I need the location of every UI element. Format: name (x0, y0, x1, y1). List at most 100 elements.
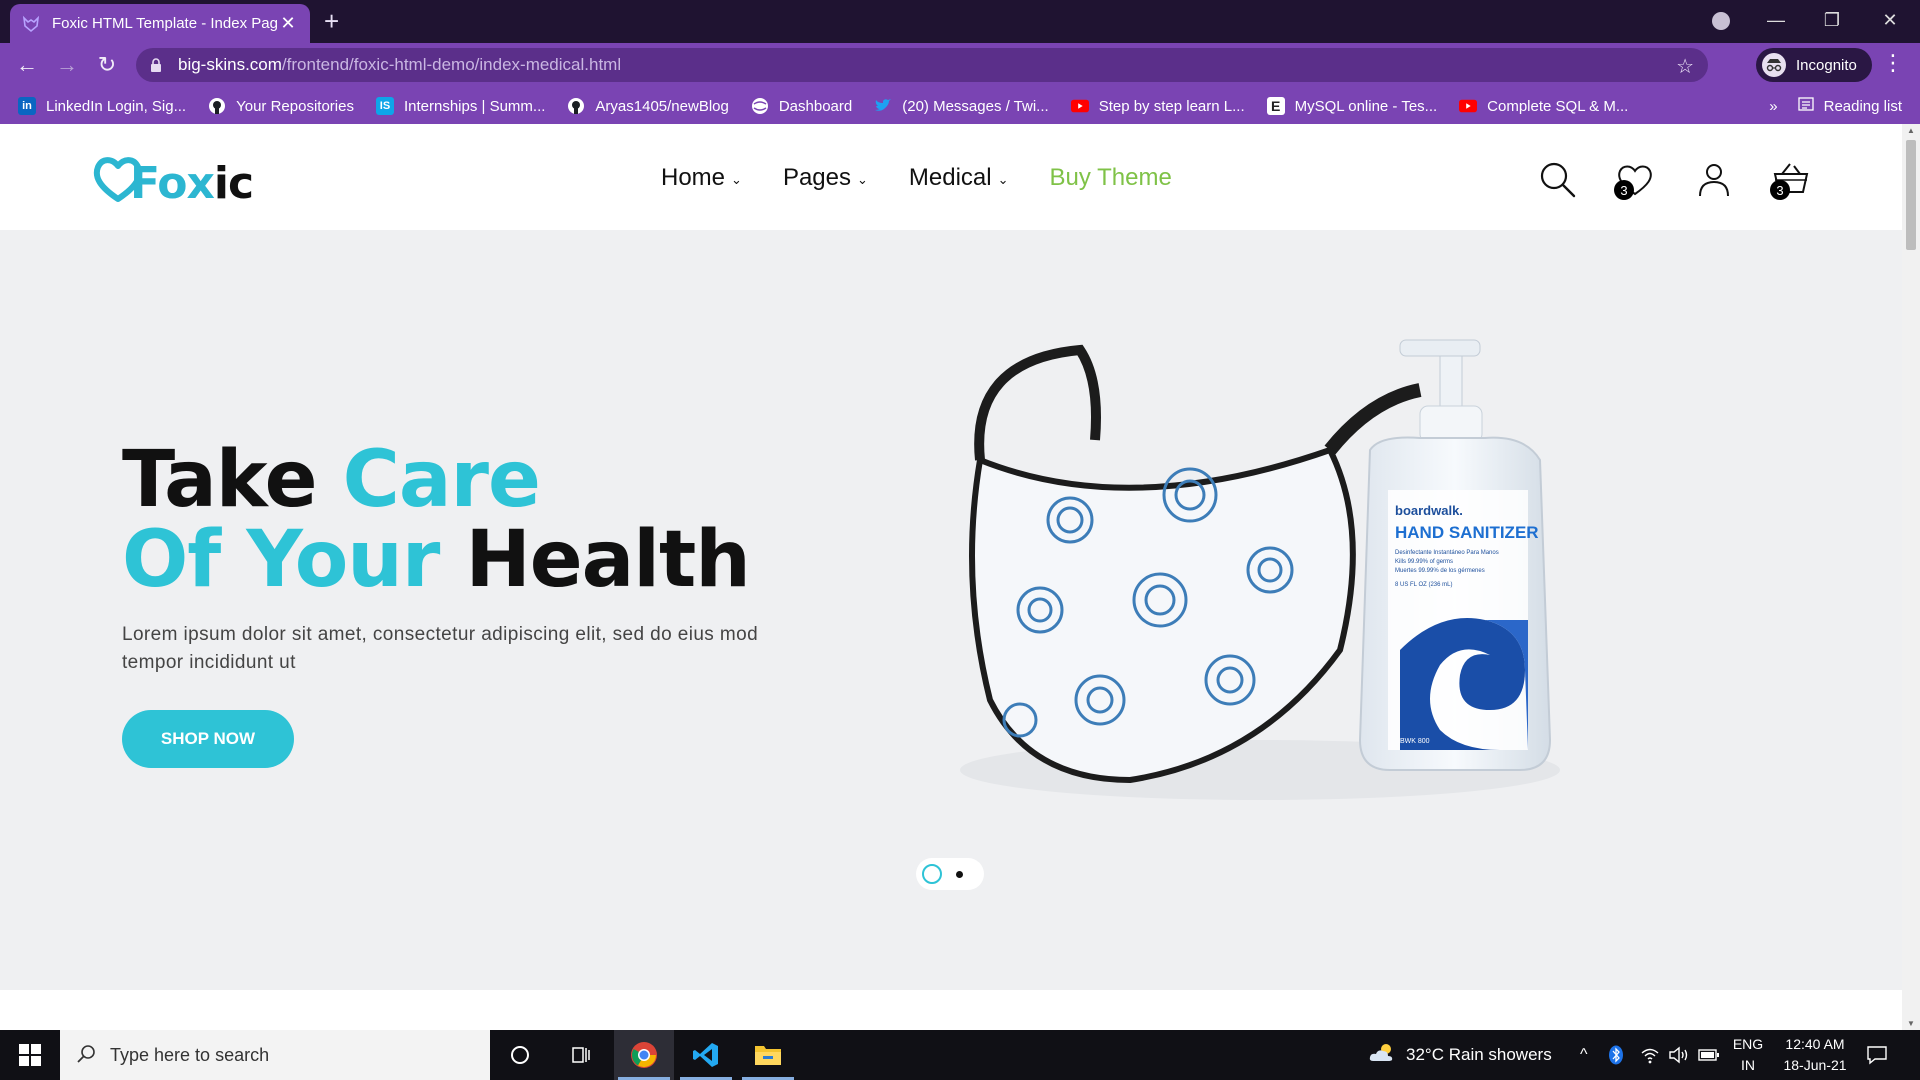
hero-lead-text: Lorem ipsum dolor sit amet, consectetur … (122, 624, 759, 673)
browser-menu-icon[interactable]: ⋮ (1882, 50, 1904, 76)
github-icon (208, 97, 226, 115)
bookmark-label: (20) Messages / Twi... (902, 97, 1049, 115)
bookmark-repositories[interactable]: Your Repositories (208, 97, 354, 115)
cloud-sun-icon (1368, 1042, 1396, 1069)
hero-title-take: Take (122, 435, 343, 525)
mask-and-sanitizer-image: boardwalk. HAND SANITIZER Desinfectante … (960, 339, 1560, 800)
bookmark-internships[interactable]: IS Internships | Summ... (375, 97, 546, 115)
browser-tab-active[interactable]: Foxic HTML Template - Index Pag ✕ (10, 4, 310, 43)
twitter-icon (874, 97, 892, 115)
bottle-code: BWK 800 (1400, 738, 1430, 745)
wifi-icon[interactable] (1640, 1030, 1660, 1080)
hero-title: Take Care Of Your Health (122, 440, 751, 600)
incognito-icon (1762, 53, 1786, 77)
bookmark-label: Internships | Summ... (403, 97, 546, 115)
chrome-taskbar-icon[interactable] (614, 1030, 674, 1080)
youtube-icon (1070, 97, 1089, 115)
foxic-favicon-icon (22, 15, 40, 33)
bookmark-star-icon[interactable]: ☆ (1676, 54, 1694, 79)
scroll-down-icon[interactable]: ▼ (1907, 1019, 1915, 1028)
more-bookmarks-icon[interactable]: » (1769, 98, 1777, 115)
task-view-icon[interactable] (550, 1030, 610, 1080)
nav-pages[interactable]: Pages ⌄ (783, 164, 868, 192)
nav-home[interactable]: Home ⌄ (661, 164, 742, 192)
page-viewport: Foxic Home ⌄ Pages ⌄ Medical ⌄ Buy Theme 3 … (0, 124, 1902, 1030)
windows-start-icon[interactable] (0, 1030, 60, 1080)
battery-icon[interactable] (1698, 1030, 1720, 1080)
reload-icon[interactable]: ↻ (92, 50, 122, 80)
bookmark-youtube-2[interactable]: Complete SQL & M... (1459, 97, 1628, 115)
slider-dot-2[interactable] (956, 870, 963, 878)
volume-icon[interactable] (1668, 1030, 1690, 1080)
logo-part-1: Fox (130, 157, 215, 209)
bluetooth-icon[interactable] (1608, 1030, 1624, 1080)
youtube-icon (1459, 97, 1478, 115)
restore-icon[interactable]: ❐ (1804, 0, 1860, 40)
scroll-up-icon[interactable]: ▲ (1907, 126, 1915, 135)
input-language[interactable]: ENG IN (1728, 1034, 1768, 1076)
show-hidden-icons[interactable]: ^ (1580, 1030, 1588, 1080)
hero-title-health: Health (465, 515, 750, 605)
bookmark-label: Aryas1405/newBlog (595, 97, 729, 115)
bookmark-youtube-1[interactable]: Step by step learn L... (1070, 97, 1245, 115)
logo-part-2: ic (213, 157, 254, 209)
nav-home-label: Home (661, 164, 726, 191)
weather-widget[interactable]: 32°C Rain showers (1368, 1030, 1552, 1080)
page-scrollbar[interactable]: ▲ ▼ (1902, 124, 1920, 1030)
notification-center-icon[interactable] (1866, 1030, 1888, 1080)
tab-search-icon[interactable] (1712, 12, 1730, 30)
bookmarks-right: » Reading list (1769, 88, 1902, 124)
globe-icon (751, 97, 769, 115)
wishlist-button[interactable]: 3 (1614, 160, 1654, 200)
back-icon[interactable]: ← (12, 50, 42, 80)
weather-text: 32°C Rain showers (1406, 1045, 1552, 1064)
bookmarks-bar: in LinkedIn Login, Sig... Your Repositor… (0, 88, 1920, 124)
site-logo[interactable]: Foxic (92, 146, 254, 212)
file-explorer-taskbar-icon[interactable] (738, 1030, 798, 1080)
scrollbar-thumb[interactable] (1906, 140, 1916, 250)
hero-slider: Take Care Of Your Health Lorem ipsum dol… (0, 230, 1902, 990)
hero-title-of-your: Of Your (122, 515, 466, 605)
language-code: ENG (1732, 1036, 1764, 1052)
bottle-line-3: Muertes 99.99% de los gérmenes (1395, 568, 1485, 574)
bookmark-newblog[interactable]: Aryas1405/newBlog (567, 97, 729, 115)
bookmark-mysql[interactable]: E MySQL online - Tes... (1266, 97, 1437, 115)
bottle-brand: boardwalk. (1395, 503, 1463, 518)
incognito-profile-button[interactable]: Incognito (1756, 48, 1872, 82)
browser-toolbar: ← → ↻ big-skins.com/frontend/foxic-html-… (0, 43, 1920, 88)
reading-list-label: Reading list (1823, 97, 1902, 115)
bookmark-label: Complete SQL & M... (1487, 97, 1629, 115)
cortana-icon[interactable] (490, 1030, 550, 1080)
account-icon[interactable] (1694, 160, 1734, 200)
vscode-taskbar-icon[interactable] (676, 1030, 736, 1080)
tab-close-icon[interactable]: ✕ (278, 13, 298, 34)
forward-icon[interactable]: → (52, 50, 82, 80)
nav-medical[interactable]: Medical ⌄ (909, 164, 1009, 192)
bottle-line-2: Kills 99.99% of germs (1395, 559, 1453, 565)
bookmark-twitter[interactable]: (20) Messages / Twi... (874, 97, 1049, 115)
bookmark-label: Your Repositories (236, 97, 354, 115)
window-close-icon[interactable]: ✕ (1862, 0, 1918, 40)
reading-list-button[interactable]: Reading list (1797, 96, 1902, 116)
slider-dot-1[interactable] (922, 864, 942, 884)
nav-pages-label: Pages (782, 164, 851, 191)
chevron-down-icon: ⌄ (731, 172, 742, 187)
linkedin-icon: in (18, 97, 36, 115)
system-clock[interactable]: 12:40 AM 18-Jun-21 (1768, 1034, 1862, 1076)
shop-now-button[interactable]: SHOP NOW (122, 710, 294, 768)
main-nav: Home ⌄ Pages ⌄ Medical ⌄ Buy Theme (661, 164, 1213, 192)
reading-list-icon (1797, 96, 1814, 116)
cart-button[interactable]: 3 (1770, 160, 1810, 200)
nav-buy-theme[interactable]: Buy Theme (1050, 164, 1172, 192)
bookmark-dashboard[interactable]: Dashboard (751, 97, 852, 115)
search-icon[interactable] (1538, 160, 1578, 200)
minimize-icon[interactable]: — (1748, 0, 1804, 40)
bookmark-linkedin[interactable]: in LinkedIn Login, Sig... (18, 97, 186, 115)
new-tab-button[interactable]: + (324, 6, 339, 37)
taskbar-search-box[interactable]: Type here to search (60, 1030, 490, 1080)
internshala-icon: IS (375, 97, 394, 115)
site-header: Foxic Home ⌄ Pages ⌄ Medical ⌄ Buy Theme 3 … (0, 124, 1902, 230)
address-host: big-skins.com (178, 55, 282, 74)
address-bar[interactable]: big-skins.com/frontend/foxic-html-demo/i… (136, 48, 1708, 82)
tab-title: Foxic HTML Template - Index Pag (52, 15, 278, 32)
